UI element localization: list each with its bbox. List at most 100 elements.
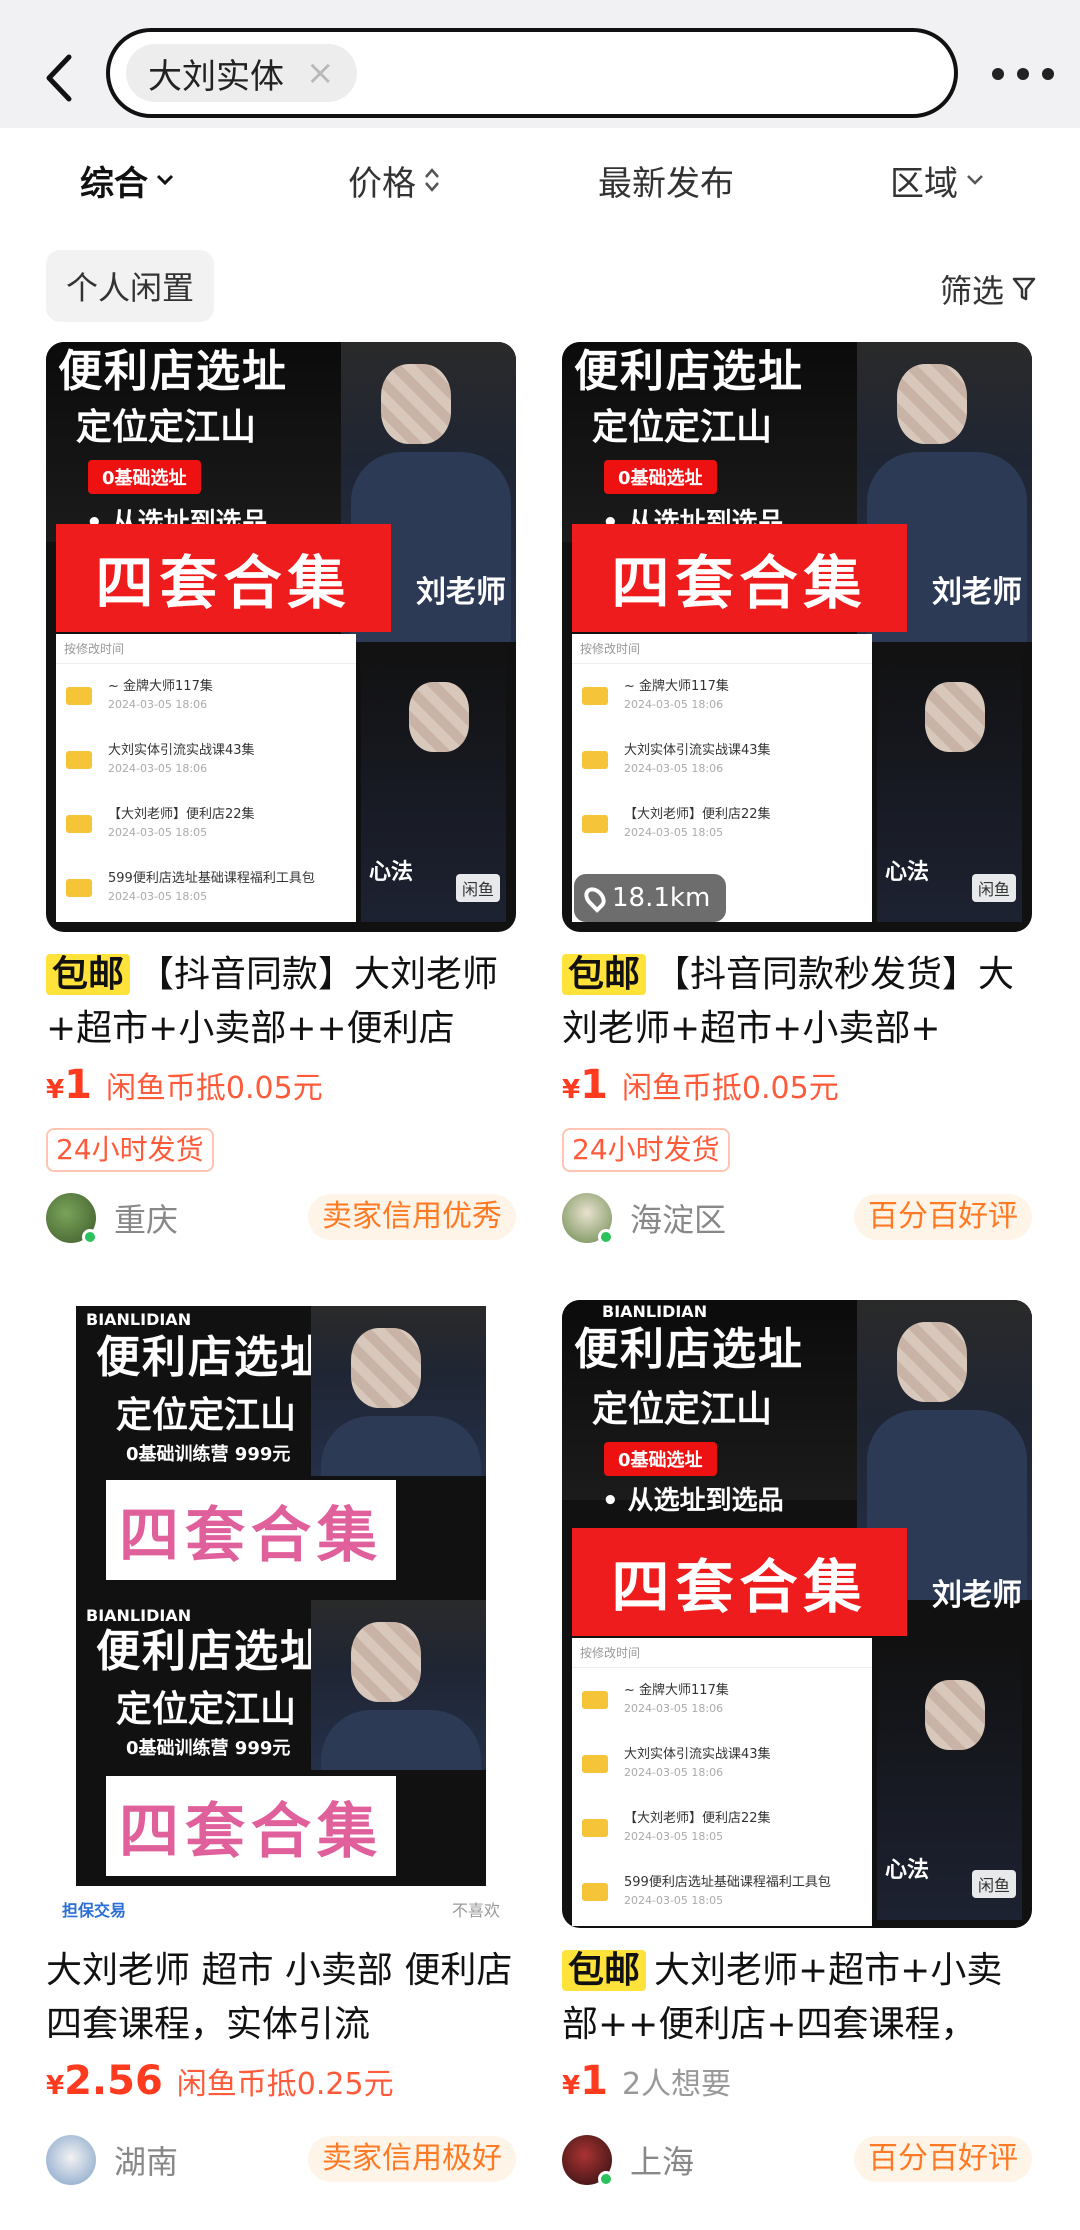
bundle-banner: 四套合集 bbox=[572, 524, 907, 632]
online-dot bbox=[598, 1229, 614, 1245]
poster-brand: BIANLIDIAN bbox=[86, 1310, 192, 1329]
avatar[interactable] bbox=[562, 1193, 614, 1245]
file-row: 大刘实体引流实战课43集 2024-03-05 18:06 bbox=[572, 1732, 872, 1796]
seller-row[interactable]: 海淀区 百分百好评 bbox=[562, 1188, 1032, 1248]
sort-price[interactable]: 价格 bbox=[348, 150, 440, 210]
price: ¥1 bbox=[562, 1062, 608, 1108]
product-title[interactable]: 包邮 大刘老师+超市+小卖部++便利店+四套课程， bbox=[562, 1944, 1032, 2052]
avatar[interactable] bbox=[562, 2135, 614, 2187]
sort-region[interactable]: 区域 bbox=[890, 150, 984, 210]
file-name: 大刘实体引流实战课43集 bbox=[108, 743, 255, 758]
file-list: 按修改时间 ~ 金牌大师117集 2024-03-05 18:06 大刘实体引流实… bbox=[56, 634, 356, 922]
xianyu-watermark: 闲鱼 bbox=[971, 874, 1016, 902]
poster-tag: 0基础选址 bbox=[604, 460, 717, 494]
sort-latest[interactable]: 最新发布 bbox=[598, 150, 734, 210]
avatar[interactable] bbox=[46, 1193, 98, 1245]
file-row: 【大刘老师】便利店22集 2024-03-05 18:05 bbox=[572, 792, 872, 856]
filter-row: 个人闲置 筛选 bbox=[0, 240, 1080, 340]
poster-title: 便利店选址 bbox=[58, 346, 288, 397]
filter-button[interactable]: 筛选 bbox=[940, 264, 1036, 314]
personal-idle-tag[interactable]: 个人闲置 bbox=[46, 250, 215, 322]
product-card[interactable]: 便利店选址 定位定江山 0基础选址 • 从选址到选品 四套合集 刘老师 心法 按… bbox=[562, 342, 1032, 1248]
free-shipping-badge: 包邮 bbox=[562, 1950, 647, 1991]
folder-icon bbox=[66, 815, 92, 833]
poster-subtitle: 定位定江山 bbox=[116, 1689, 297, 1730]
top-bar: 大刘实体 × bbox=[0, 0, 1080, 128]
chevron-down-icon bbox=[967, 175, 983, 185]
filter-icon bbox=[1012, 277, 1036, 301]
poster-teacher: 刘老师 bbox=[416, 575, 506, 610]
coin-discount: 闲鱼币抵0.25元 bbox=[176, 2067, 394, 2102]
file-row: 大刘实体引流实战课43集 2024-03-05 18:06 bbox=[56, 728, 356, 792]
poster-brand: BIANLIDIAN bbox=[86, 1606, 192, 1625]
bundle-banner: 四套合集 bbox=[106, 1776, 396, 1876]
file-date: 2024-03-05 18:06 bbox=[108, 762, 208, 775]
product-image[interactable]: 便利店选址 定位定江山 0基础选址 • 从选址到选品 四套合集 刘老师 心法 按… bbox=[46, 342, 516, 932]
dislike-button[interactable]: 不喜欢 bbox=[452, 1897, 500, 1921]
product-card[interactable]: BIANLIDIAN 便利店选址 定位定江山 0基础选址 • 从选址到选品 四套… bbox=[562, 1300, 1032, 2190]
sort-comprehensive-label: 综合 bbox=[80, 163, 148, 204]
guarantee-label: 担保交易 bbox=[62, 1901, 127, 1920]
product-title[interactable]: 大刘老师 超市 小卖部 便利店 四套课程，实体引流 bbox=[46, 1944, 516, 2052]
file-name: 【大刘老师】便利店22集 bbox=[624, 807, 771, 822]
file-date: 2024-03-05 18:06 bbox=[624, 762, 724, 775]
poster-brand: BIANLIDIAN bbox=[602, 1302, 708, 1321]
filter-label: 筛选 bbox=[939, 272, 1004, 310]
file-name: ~ 金牌大师117集 bbox=[624, 679, 729, 694]
file-name: 599便利店选址基础课程福利工具包 bbox=[108, 871, 315, 886]
seller-city: 海淀区 bbox=[630, 1201, 727, 1239]
file-date: 2024-03-05 18:05 bbox=[624, 826, 724, 839]
file-row: 【大刘老师】便利店22集 2024-03-05 18:05 bbox=[572, 1796, 872, 1860]
folder-icon bbox=[66, 751, 92, 769]
sort-bar: 综合 价格 最新发布 区域 bbox=[0, 128, 1080, 240]
more-options-icon[interactable] bbox=[992, 64, 1054, 84]
sort-latest-label: 最新发布 bbox=[598, 163, 734, 204]
avatar[interactable] bbox=[46, 2135, 96, 2185]
price-value: 2.56 bbox=[64, 2058, 163, 2104]
file-row: 大刘实体引流实战课43集 2024-03-05 18:06 bbox=[572, 728, 872, 792]
product-card[interactable]: 便利店选址 定位定江山 0基础选址 • 从选址到选品 四套合集 刘老师 心法 按… bbox=[46, 342, 516, 1248]
poster-subtitle: 定位定江山 bbox=[116, 1395, 297, 1436]
file-row: 599便利店选址基础课程福利工具包 2024-03-05 18:05 bbox=[56, 856, 356, 920]
product-image[interactable]: BIANLIDIAN 便利店选址 定位定江山 0基础训练营 999元 四套合集 … bbox=[46, 1300, 516, 1928]
price-row: ¥1 闲鱼币抵0.05元 bbox=[46, 1062, 516, 1118]
folder-icon bbox=[582, 815, 608, 833]
poster-title: 便利店选址 bbox=[96, 1626, 326, 1677]
xianyu-watermark: 闲鱼 bbox=[455, 874, 500, 902]
price-row: ¥1 2人想要 bbox=[562, 2058, 1032, 2114]
side-label: 心法 bbox=[369, 860, 414, 885]
product-title[interactable]: 包邮 【抖音同款秒发货】大刘老师+超市+小卖部+ bbox=[562, 948, 1032, 1056]
product-image[interactable]: 便利店选址 定位定江山 0基础选址 • 从选址到选品 四套合集 刘老师 心法 按… bbox=[562, 342, 1032, 932]
file-name: ~ 金牌大师117集 bbox=[624, 1683, 729, 1698]
seller-city: 重庆 bbox=[114, 1201, 179, 1239]
product-card[interactable]: BIANLIDIAN 便利店选址 定位定江山 0基础训练营 999元 四套合集 … bbox=[46, 1300, 516, 2190]
file-date: 2024-03-05 18:06 bbox=[624, 1766, 724, 1779]
bundle-banner: 四套合集 bbox=[572, 1528, 907, 1636]
folder-icon bbox=[66, 879, 92, 897]
search-input[interactable]: 大刘实体 × bbox=[106, 28, 958, 118]
product-title[interactable]: 包邮 【抖音同款】大刘老师+超市+小卖部++便利店 bbox=[46, 948, 516, 1056]
seller-row[interactable]: 上海 百分百好评 bbox=[562, 2130, 1032, 2190]
poster-camp: 0基础训练营 999元 bbox=[126, 1444, 291, 1465]
seller-row[interactable]: 重庆 卖家信用优秀 bbox=[46, 1188, 516, 1248]
file-name: 大刘实体引流实战课43集 bbox=[624, 1747, 771, 1762]
file-row: 【大刘老师】便利店22集 2024-03-05 18:05 bbox=[56, 792, 356, 856]
sort-comprehensive[interactable]: 综合 bbox=[80, 150, 174, 210]
poster-title: 便利店选址 bbox=[574, 346, 804, 397]
poster-subtitle: 定位定江山 bbox=[76, 407, 257, 448]
person-photo bbox=[311, 1600, 486, 1770]
file-row: 599便利店选址基础课程福利工具包 2024-03-05 18:05 bbox=[572, 1860, 872, 1924]
product-image[interactable]: BIANLIDIAN 便利店选址 定位定江山 0基础选址 • 从选址到选品 四套… bbox=[562, 1300, 1032, 1928]
folder-icon bbox=[582, 1691, 608, 1709]
credit-badge: 卖家信用优秀 bbox=[308, 1194, 516, 1240]
file-name: 【大刘老师】便利店22集 bbox=[108, 807, 255, 822]
sort-region-label: 区域 bbox=[890, 163, 958, 204]
back-icon[interactable] bbox=[38, 50, 78, 106]
search-query-chip[interactable]: 大刘实体 × bbox=[126, 44, 357, 102]
file-list-header: 按修改时间 bbox=[572, 1638, 872, 1668]
file-date: 2024-03-05 18:06 bbox=[108, 698, 208, 711]
seller-row[interactable]: 湖南 卖家信用极好 bbox=[46, 2130, 516, 2190]
clear-chip-icon[interactable]: × bbox=[306, 56, 335, 90]
side-label: 心法 bbox=[885, 860, 930, 885]
currency-symbol: ¥ bbox=[562, 2071, 581, 2101]
